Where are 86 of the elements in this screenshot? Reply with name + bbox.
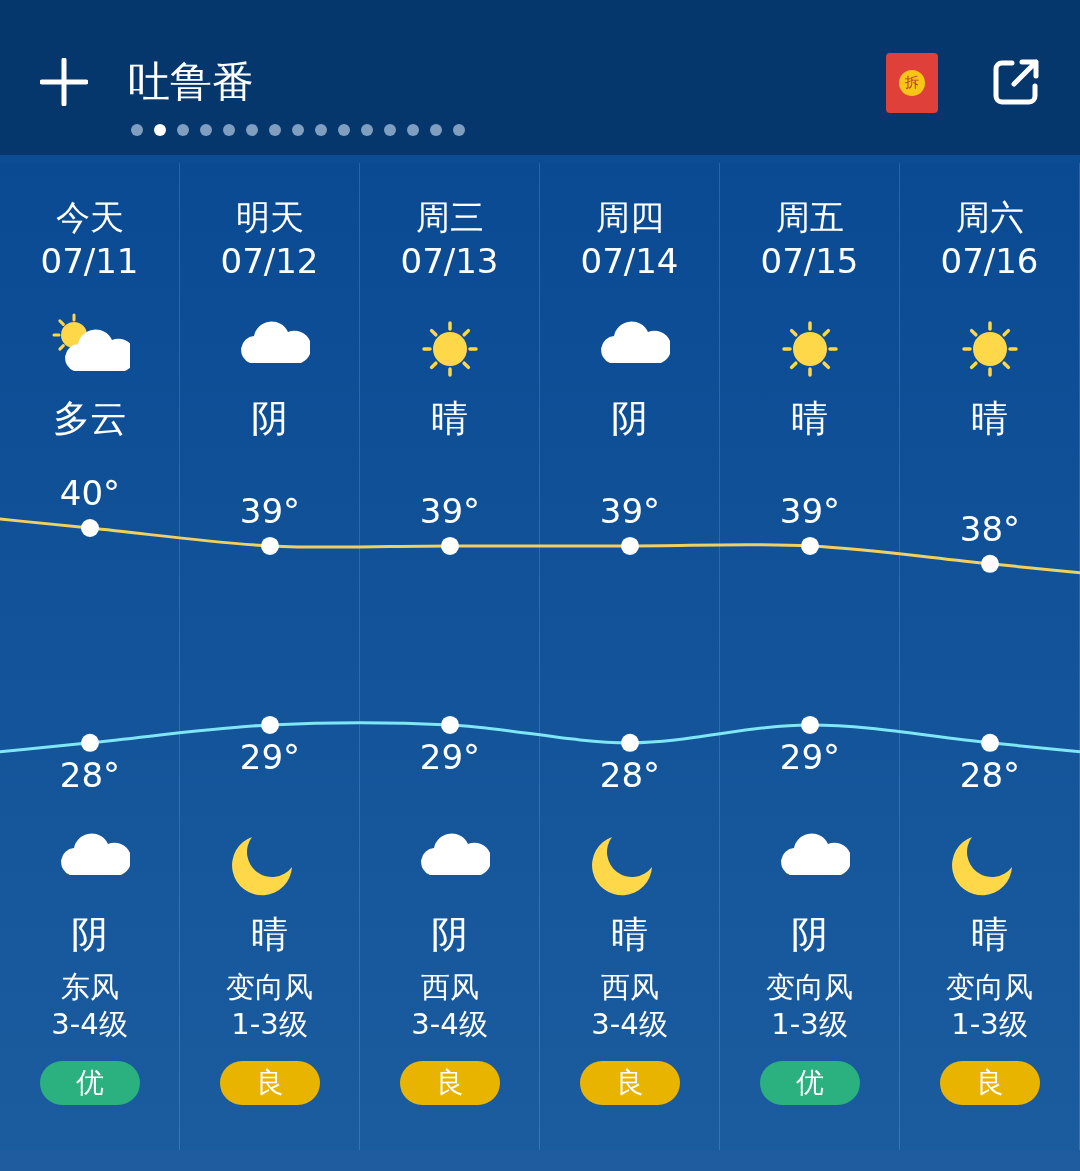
temperature-label: 28°	[58, 754, 122, 795]
day-name: 周六	[955, 196, 1024, 239]
date-label: 07/16	[940, 240, 1039, 283]
page-dot[interactable]	[246, 124, 258, 136]
page-dot[interactable]	[361, 124, 373, 136]
night-weather: 晴	[611, 913, 648, 957]
air-quality-badge: 优	[39, 1061, 140, 1105]
day-weather: 晴	[971, 397, 1008, 441]
temperature-point	[621, 733, 639, 752]
temperature-point	[81, 519, 99, 537]
date-label: 07/14	[580, 240, 679, 283]
envelope-label: 拆	[899, 70, 925, 96]
date-label: 07/11	[40, 240, 139, 283]
day-weather: 晴	[791, 397, 828, 441]
temperature-label: 40°	[58, 473, 122, 513]
day-name: 周四	[595, 196, 664, 239]
night-weather: 晴	[971, 913, 1008, 957]
temperature-label: 29°	[238, 736, 302, 777]
date-label: 07/15	[760, 240, 859, 283]
temperature-label: 39°	[238, 490, 302, 531]
temperature-point	[441, 536, 459, 555]
day-weather: 阴	[611, 397, 648, 441]
air-quality-badge: 良	[219, 1061, 320, 1105]
page-dot[interactable]	[430, 124, 442, 136]
wind-level: 1-3级	[951, 1006, 1028, 1043]
page-dot[interactable]	[453, 124, 465, 136]
page-dot[interactable]	[154, 124, 166, 136]
temperature-label: 39°	[418, 490, 482, 531]
city-name: 吐鲁番	[128, 56, 254, 108]
day-name: 周三	[415, 196, 484, 239]
wind-direction: 西风	[420, 969, 479, 1006]
temperature-point	[81, 733, 99, 752]
day-weather: 多云	[52, 397, 127, 441]
day-name: 明天	[235, 196, 304, 239]
day-weather: 阴	[251, 397, 288, 441]
temperature-label: 28°	[958, 754, 1022, 795]
page-dot[interactable]	[200, 124, 212, 136]
temperature-label: 29°	[778, 736, 842, 777]
night-weather: 阴	[431, 913, 468, 957]
page-dot[interactable]	[292, 124, 304, 136]
wind-direction: 东风	[60, 969, 119, 1006]
page-dot[interactable]	[223, 124, 235, 136]
page-dot[interactable]	[315, 124, 327, 136]
wind-level: 1-3级	[771, 1006, 848, 1043]
page-dot[interactable]	[338, 124, 350, 136]
page-dot[interactable]	[131, 124, 143, 136]
temperature-point	[621, 536, 639, 555]
page-dot[interactable]	[384, 124, 396, 136]
temperature-point	[981, 733, 999, 752]
wind-level: 3-4级	[411, 1006, 488, 1043]
share-icon[interactable]	[992, 58, 1040, 106]
air-quality-badge: 优	[759, 1061, 860, 1105]
temperature-point	[801, 536, 819, 555]
date-label: 07/12	[220, 240, 319, 283]
wind-direction: 变向风	[946, 969, 1033, 1006]
night-weather: 阴	[791, 913, 828, 957]
temperature-point	[261, 536, 279, 555]
page-dot[interactable]	[269, 124, 281, 136]
wind-level: 1-3级	[231, 1006, 308, 1043]
temperature-label: 28°	[598, 754, 662, 795]
temperature-point	[981, 554, 999, 573]
temperature-label: 39°	[778, 490, 842, 531]
wind-level: 3-4级	[51, 1006, 128, 1043]
temperature-label: 38°	[958, 508, 1022, 549]
page-dot[interactable]	[407, 124, 419, 136]
wind-direction: 变向风	[226, 969, 313, 1006]
air-quality-badge: 良	[579, 1061, 680, 1105]
day-name: 今天	[55, 196, 124, 239]
temperature-label: 29°	[418, 736, 482, 777]
temperature-label: 39°	[598, 490, 662, 531]
day-name: 周五	[775, 196, 844, 239]
add-icon[interactable]	[40, 58, 88, 106]
wind-level: 3-4级	[591, 1006, 668, 1043]
wind-direction: 变向风	[766, 969, 853, 1006]
date-label: 07/13	[400, 240, 499, 283]
temperature-point	[261, 715, 279, 734]
air-quality-badge: 良	[939, 1061, 1040, 1105]
page-dot[interactable]	[177, 124, 189, 136]
night-weather: 阴	[71, 913, 108, 957]
wind-direction: 西风	[600, 969, 659, 1006]
temperature-point	[441, 715, 459, 734]
day-weather: 晴	[431, 397, 468, 441]
air-quality-badge: 良	[399, 1061, 500, 1105]
envelope-icon[interactable]: 拆	[886, 53, 938, 113]
night-weather: 晴	[251, 913, 288, 957]
temperature-point	[801, 715, 819, 734]
